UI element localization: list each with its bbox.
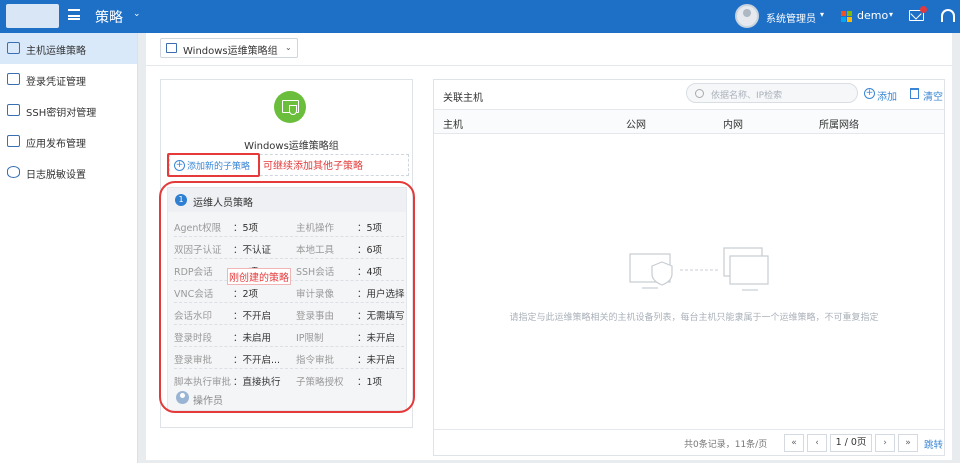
app-title: 策略 bbox=[95, 10, 123, 26]
sidebar-item-label: 应用发布管理 bbox=[26, 139, 86, 150]
plus-circle-icon[interactable]: + bbox=[864, 88, 875, 99]
column-header-host[interactable]: 主机 bbox=[443, 116, 463, 131]
id-card-icon bbox=[7, 73, 20, 85]
headset-icon[interactable] bbox=[941, 9, 955, 22]
sidebar-item-login-credentials[interactable]: 登录凭证管理 bbox=[0, 64, 137, 95]
policy-group-name: Windows运维策略组 bbox=[244, 141, 339, 152]
prev-page-button[interactable]: ‹ bbox=[807, 434, 827, 452]
tenant-chevron-down-icon[interactable]: ▾ bbox=[889, 10, 893, 19]
pagination: 共0条记录，11条/页 « ‹ 1 / 0页 › » 跳转 bbox=[434, 429, 944, 455]
tenant-grid-icon bbox=[841, 11, 852, 22]
jump-page-link[interactable]: 跳转 bbox=[924, 437, 943, 451]
column-header-network[interactable]: 所属网络 bbox=[819, 116, 859, 131]
sidebar-item-label: SSH密钥对管理 bbox=[26, 108, 97, 119]
sidebar-item-label: 登录凭证管理 bbox=[26, 77, 86, 88]
hosts-panel-title: 关联主机 bbox=[443, 93, 483, 104]
key-card-icon bbox=[7, 104, 20, 116]
sidebar-item-host-policy[interactable]: 主机运维策略 bbox=[0, 33, 137, 64]
sidebar-item-log-masking[interactable]: 日志脱敏设置 bbox=[0, 157, 137, 188]
hosts-panel: 关联主机 依据名称、IP检索 + 添加 清空 主机 公网 内网 所属网络 请指定… bbox=[433, 79, 945, 456]
current-page-indicator: 1 / 0页 bbox=[830, 434, 872, 452]
search-placeholder: 依据名称、IP检索 bbox=[711, 91, 783, 101]
eye-icon bbox=[7, 166, 20, 178]
monitor-shield-icon bbox=[7, 42, 20, 54]
empty-state-text: 请指定与此运维策略相关的主机设备列表，每台主机只能隶属于一个运维策略，不可重复指… bbox=[509, 313, 879, 323]
sidebar-item-label: 日志脱敏设置 bbox=[26, 170, 86, 181]
annotation-highlight-box bbox=[159, 181, 415, 413]
annotation-highlight-box bbox=[167, 153, 260, 177]
chevron-down-icon[interactable]: ⌄ bbox=[133, 9, 141, 19]
app-window-icon bbox=[7, 135, 20, 147]
next-page-button[interactable]: › bbox=[875, 434, 895, 452]
column-header-private-ip[interactable]: 内网 bbox=[723, 116, 743, 131]
add-host-button[interactable]: 添加 bbox=[877, 88, 897, 103]
hamburger-menu-icon[interactable] bbox=[68, 9, 80, 20]
chevron-down-icon: ⌄ bbox=[285, 43, 292, 52]
sidebar-item-ssh-keys[interactable]: SSH密钥对管理 bbox=[0, 95, 137, 126]
logo bbox=[6, 4, 59, 28]
host-search-input[interactable]: 依据名称、IP检索 bbox=[686, 83, 858, 103]
divider bbox=[146, 65, 952, 66]
trash-icon[interactable] bbox=[910, 88, 919, 99]
first-page-button[interactable]: « bbox=[784, 434, 804, 452]
annotation-new-policy: 刚创建的策略 bbox=[227, 268, 291, 285]
empty-state-illustration bbox=[629, 247, 769, 291]
policy-shield-icon bbox=[274, 91, 306, 123]
tenant-name[interactable]: demo bbox=[857, 9, 888, 22]
user-name[interactable]: 系统管理员 bbox=[766, 10, 816, 25]
monitor-shield-icon bbox=[166, 43, 177, 53]
annotation-add-more: 可继续添加其他子策略 bbox=[263, 157, 363, 172]
main-content: Windows运维策略组 ⌄ Windows运维策略组 + 添加新的子策略 可继… bbox=[146, 33, 952, 460]
sidebar-item-app-publish[interactable]: 应用发布管理 bbox=[0, 126, 137, 157]
user-chevron-down-icon[interactable]: ▾ bbox=[820, 10, 824, 19]
column-header-public-ip[interactable]: 公网 bbox=[626, 116, 646, 131]
hosts-table-header: 主机 公网 内网 所属网络 bbox=[434, 109, 944, 134]
search-icon bbox=[695, 89, 704, 98]
last-page-button[interactable]: » bbox=[898, 434, 918, 452]
policy-group-select[interactable]: Windows运维策略组 ⌄ bbox=[160, 38, 298, 58]
pagination-info: 共0条记录，11条/页 bbox=[684, 440, 768, 450]
clear-hosts-button[interactable]: 清空 bbox=[923, 88, 943, 103]
notification-dot bbox=[920, 6, 927, 13]
sidebar: 主机运维策略 登录凭证管理 SSH密钥对管理 应用发布管理 日志脱敏设置 bbox=[0, 33, 138, 463]
policy-group-select-value: Windows运维策略组 bbox=[183, 46, 278, 57]
top-bar: 策略 ⌄ 系统管理员 ▾ demo ▾ bbox=[0, 0, 960, 33]
avatar[interactable] bbox=[735, 4, 759, 28]
sidebar-item-label: 主机运维策略 bbox=[26, 46, 86, 57]
